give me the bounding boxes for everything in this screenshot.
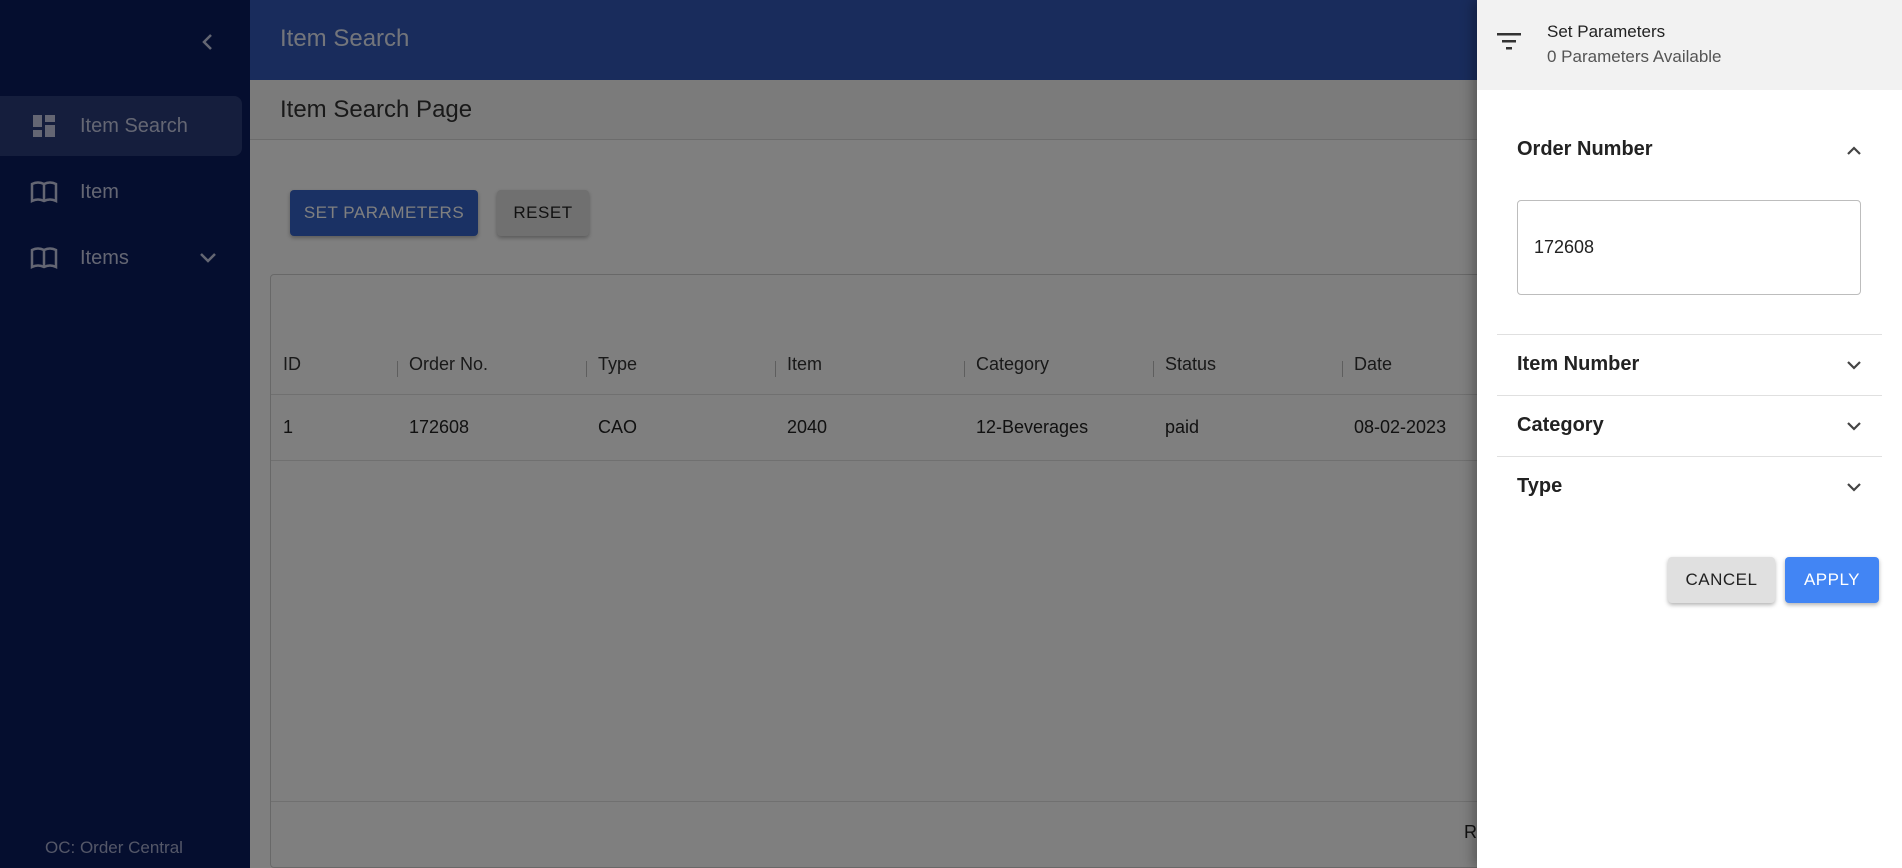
cancel-button[interactable]: CANCEL xyxy=(1668,557,1775,603)
drawer-header: Set Parameters 0 Parameters Available xyxy=(1477,0,1902,90)
accordion-item-number[interactable]: Item Number xyxy=(1497,335,1882,396)
chevron-down-icon[interactable] xyxy=(1842,475,1866,499)
drawer-title: Set Parameters xyxy=(1547,22,1666,41)
accordion-category[interactable]: Category xyxy=(1497,396,1882,457)
accordion-label[interactable]: Order Number xyxy=(1517,138,1653,161)
chevron-down-icon[interactable] xyxy=(1842,353,1866,377)
drawer-subtitle: 0 Parameters Available xyxy=(1547,47,1722,66)
accordion-type[interactable]: Type xyxy=(1497,457,1882,518)
apply-button[interactable]: APPLY xyxy=(1785,557,1879,603)
accordion-label[interactable]: Category xyxy=(1517,414,1604,437)
accordion-label[interactable]: Type xyxy=(1517,475,1562,498)
modal-backdrop[interactable] xyxy=(0,0,1477,868)
set-parameters-drawer: Set Parameters 0 Parameters Available Or… xyxy=(1477,0,1902,868)
chevron-up-icon[interactable] xyxy=(1842,139,1866,163)
filter-icon xyxy=(1495,27,1523,55)
chevron-down-icon[interactable] xyxy=(1842,414,1866,438)
order-number-input[interactable] xyxy=(1517,200,1861,295)
accordion-label[interactable]: Item Number xyxy=(1517,353,1639,376)
